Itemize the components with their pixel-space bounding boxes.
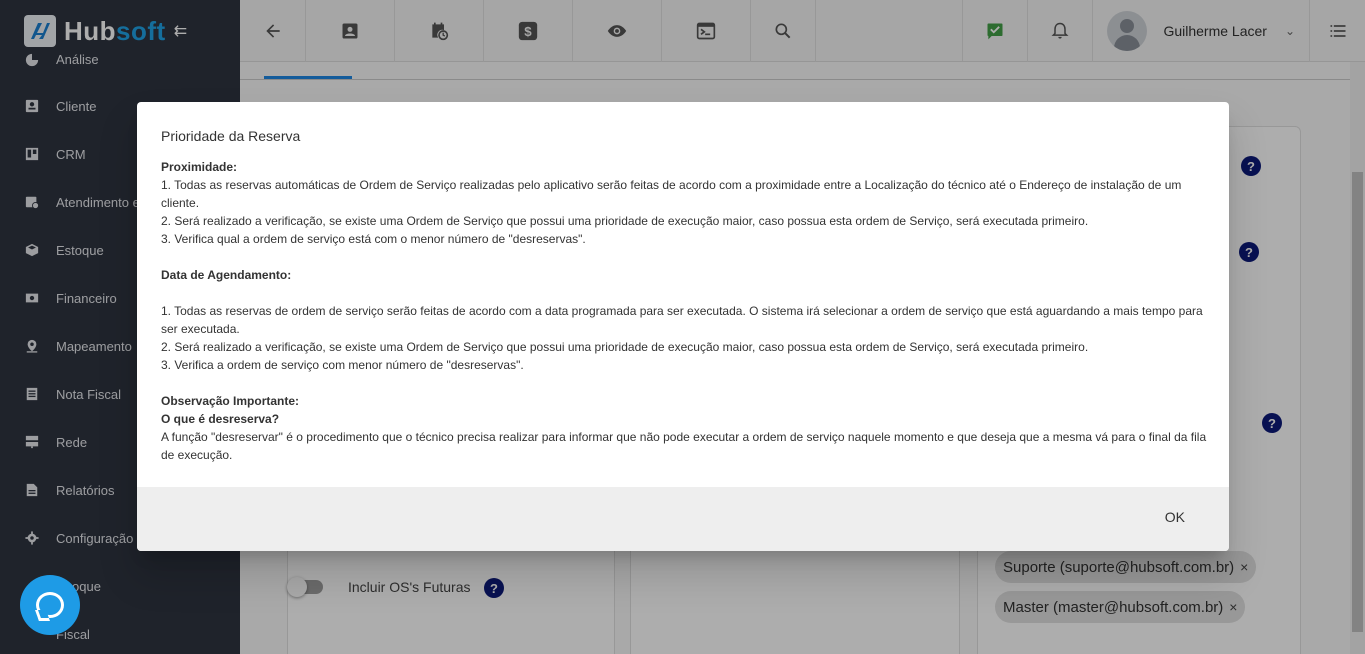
section-heading: Data de Agendamento:	[161, 268, 292, 282]
dialog-title: Prioridade da Reserva	[161, 128, 301, 144]
section-subheading: O que é desreserva?	[161, 412, 280, 426]
section-text: 1. Todas as reservas de ordem de serviço…	[161, 304, 1203, 336]
section-heading: Proximidade:	[161, 160, 238, 174]
section-text: 2. Será realizado a verificação, se exis…	[161, 214, 1089, 228]
section-text: 2. Será realizado a verificação, se exis…	[161, 340, 1089, 354]
priority-dialog: Prioridade da Reserva Proximidade: 1. To…	[137, 102, 1229, 551]
chat-button[interactable]	[20, 575, 80, 635]
section-text: A função "desreservar" é o procedimento …	[161, 430, 1207, 462]
section-text: 1. Todas as reservas automáticas de Orde…	[161, 178, 1182, 210]
section-text: 3. Verifica a ordem de serviço com menor…	[161, 358, 524, 372]
section-text: 3. Verifica qual a ordem de serviço está…	[161, 232, 586, 246]
dialog-body: Proximidade: 1. Todas as reservas automá…	[161, 158, 1209, 464]
dialog-footer: OK	[137, 487, 1229, 551]
ok-button[interactable]: OK	[1165, 509, 1185, 525]
section-heading: Observação Importante:	[161, 394, 300, 408]
chat-bubble-icon	[36, 592, 64, 618]
